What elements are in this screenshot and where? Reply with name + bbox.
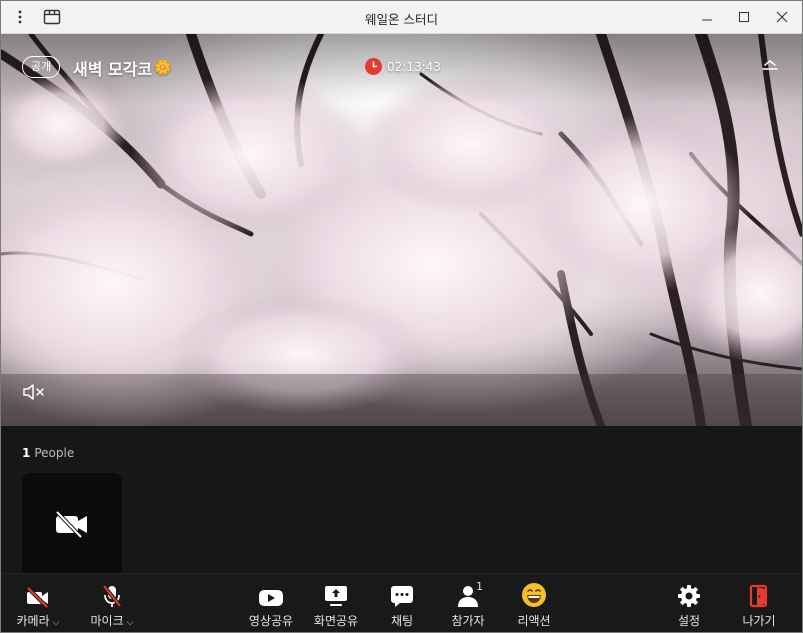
video-off-icon [55, 510, 87, 538]
play-video-icon [258, 574, 284, 610]
maximize-button[interactable] [726, 5, 762, 29]
mic-off-icon [101, 574, 123, 610]
chat-button[interactable]: 채팅 [382, 574, 422, 632]
flower-emoji: 🌼 [154, 60, 172, 76]
chevron-down-icon[interactable]: ⌵ [127, 618, 134, 628]
participants-label: 참가자 [451, 614, 485, 628]
leave-label: 나가기 [742, 614, 776, 628]
screen-share-button[interactable]: 화면공유 [308, 574, 364, 632]
main-video[interactable]: 공개 새벽 모각코 🌼 02:13:43 [1, 34, 802, 426]
gear-icon [677, 574, 701, 610]
reaction-button[interactable]: 리액션 [512, 574, 556, 632]
exit-door-icon [748, 574, 770, 610]
participants-panel: 1 People [1, 426, 802, 575]
visibility-badge: 공개 [22, 56, 61, 78]
participant-tile[interactable] [22, 473, 122, 575]
collapse-icon[interactable] [759, 56, 781, 78]
leave-button[interactable]: 나가기 [737, 574, 781, 632]
people-count: 1 People [22, 446, 74, 460]
settings-label: 설정 [677, 614, 701, 628]
screen-share-label: 화면공유 [313, 614, 359, 628]
title-bar: 웨일온 스터디 [1, 1, 802, 34]
screen-share-icon [323, 574, 349, 610]
chevron-down-icon[interactable]: ⌵ [53, 618, 60, 628]
mic-button[interactable]: 마이크 ⌵ [83, 574, 141, 632]
video-share-label: 영상공유 [248, 614, 294, 628]
close-button[interactable] [764, 5, 800, 29]
camera-label: 카메라 [16, 614, 50, 628]
smile-emoji-icon [521, 574, 547, 610]
elapsed-time: 02:13:43 [387, 59, 441, 74]
app-window: 웨일온 스터디 공개 새벽 모각코 🌼 02:13:43 1 People 카메… [0, 0, 803, 633]
participants-button[interactable]: 1 참가자 [445, 574, 491, 632]
chat-label: 채팅 [390, 614, 414, 628]
clock-icon [365, 58, 382, 75]
people-count-number: 1 [22, 446, 31, 460]
meeting-toolbar: 카메라 ⌵ 마이크 ⌵ 영상공유 화면공유 채팅 1 참가자 리액션 설정 나가… [1, 573, 802, 632]
window-title: 웨일온 스터디 [365, 12, 438, 27]
elapsed-timer: 02:13:43 [365, 58, 441, 75]
mic-label: 마이크 [90, 614, 124, 628]
camera-off-icon [25, 574, 51, 610]
camera-button[interactable]: 카메라 ⌵ [9, 574, 67, 632]
participants-count-badge: 1 [476, 580, 483, 593]
video-share-button[interactable]: 영상공유 [243, 574, 299, 632]
room-title-text: 새벽 모각코 [73, 60, 153, 79]
settings-button[interactable]: 설정 [669, 574, 709, 632]
reaction-label: 리액션 [517, 614, 551, 628]
room-title: 새벽 모각코 🌼 [73, 56, 172, 80]
minimize-button[interactable] [689, 5, 725, 29]
chat-icon [390, 574, 414, 610]
people-count-label: People [34, 446, 75, 460]
speaker-muted-icon[interactable] [21, 381, 47, 403]
